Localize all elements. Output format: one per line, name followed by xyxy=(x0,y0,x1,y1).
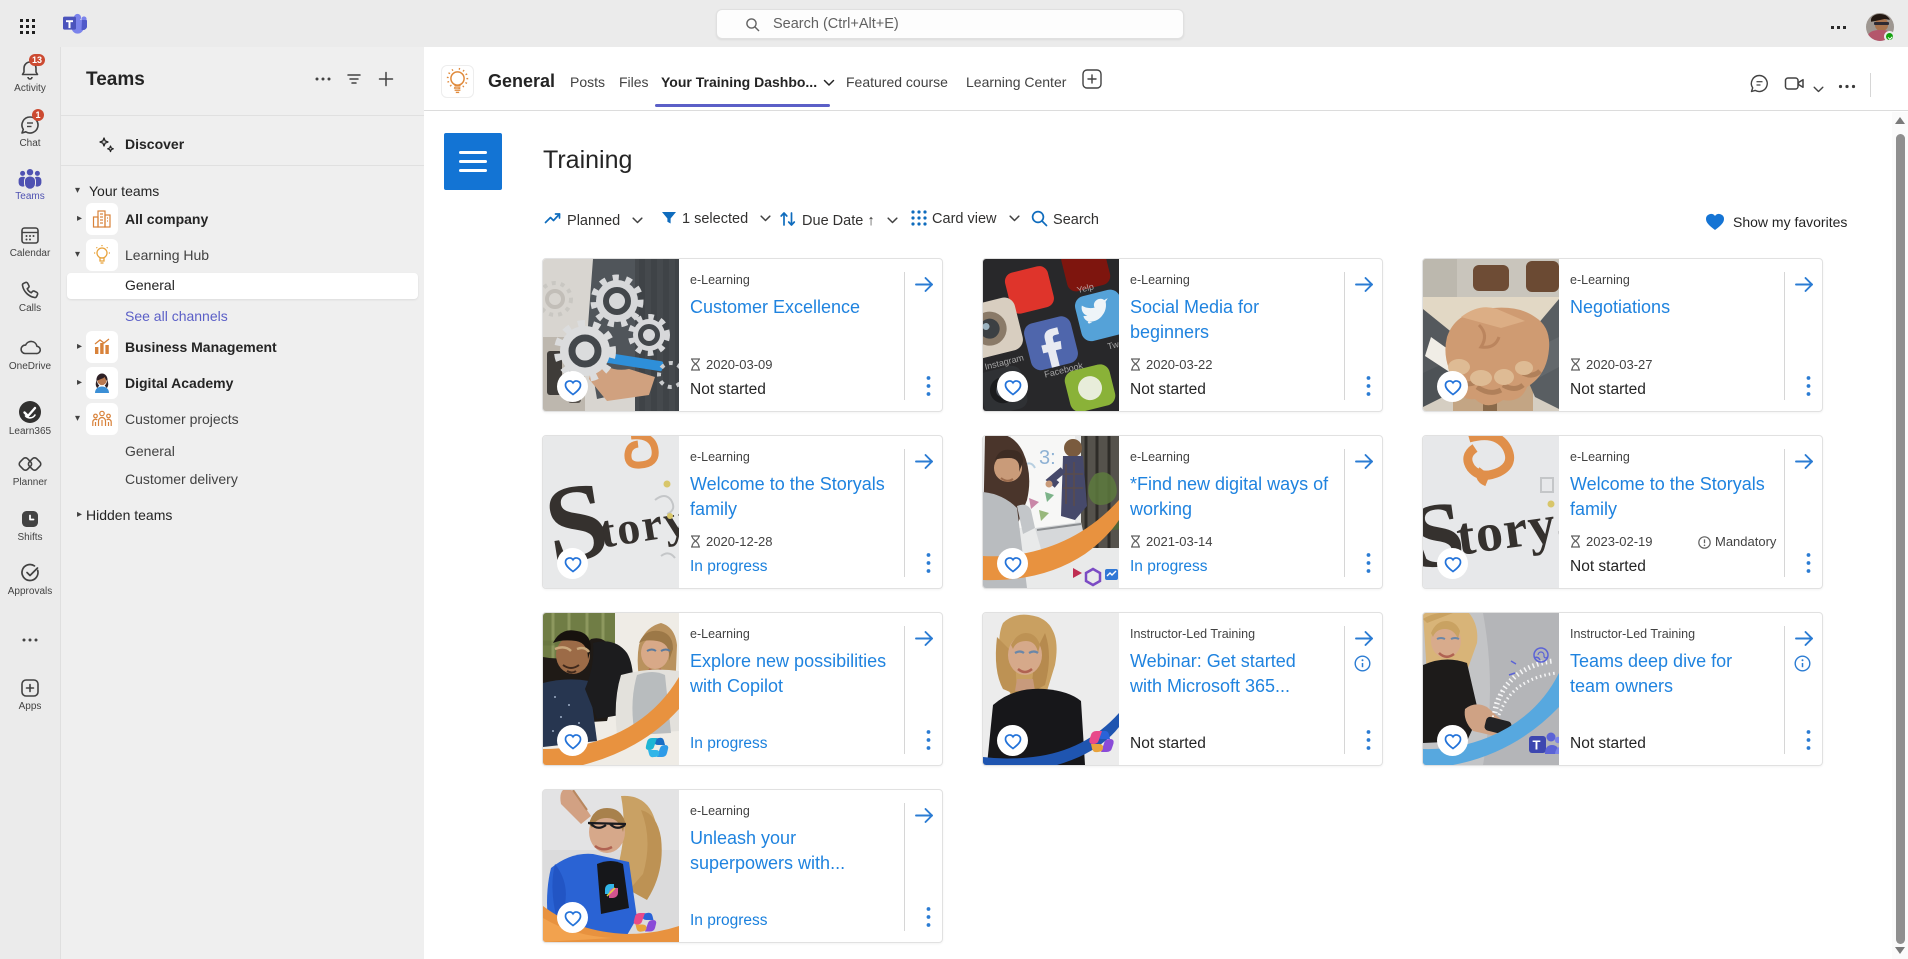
svg-text:3:: 3: xyxy=(1039,447,1056,469)
svg-text:T: T xyxy=(1533,738,1541,753)
